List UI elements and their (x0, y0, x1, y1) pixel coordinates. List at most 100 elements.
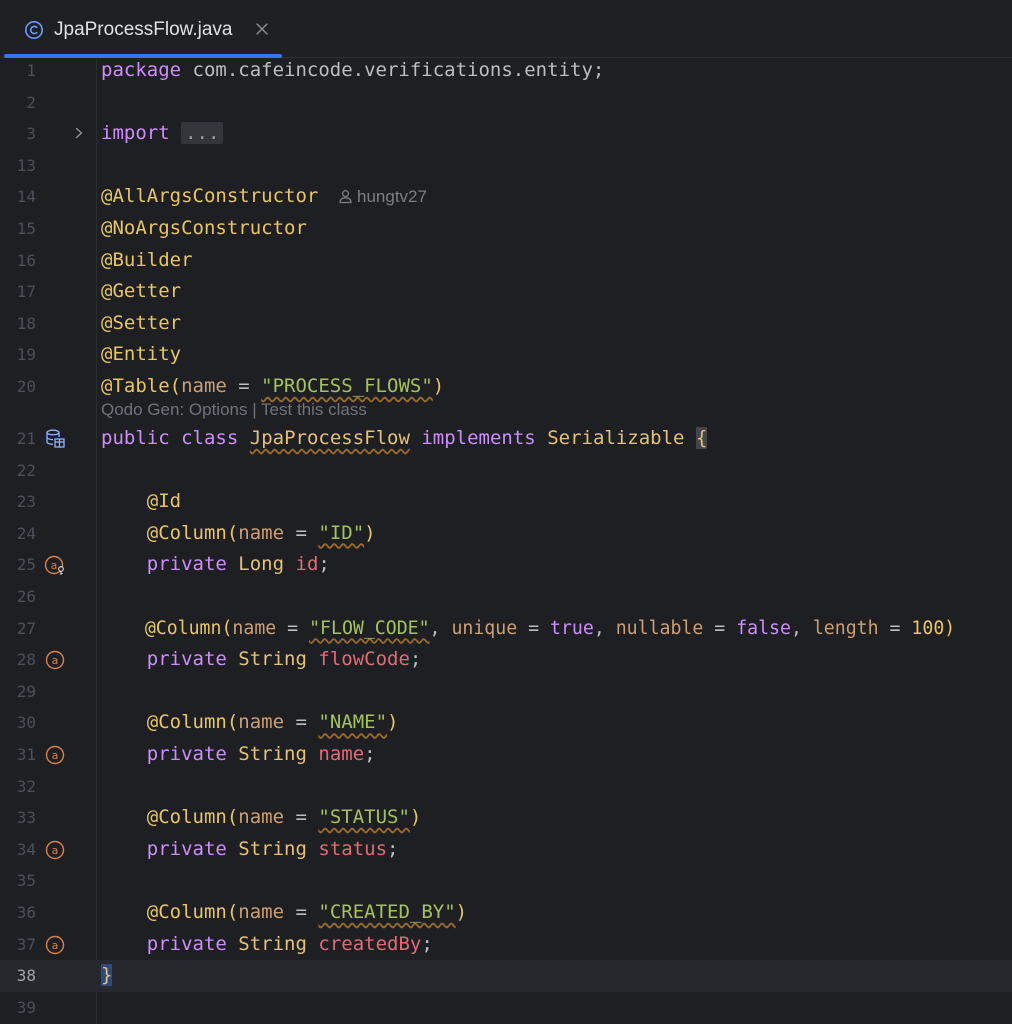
code-line[interactable]: 14 @AllArgsConstructor hungtv27 (0, 181, 1012, 213)
code-text: private String name; (146, 743, 376, 765)
code-line[interactable]: 19 @Entity (0, 339, 1012, 371)
code-text: @Column(name = "STATUS") (146, 806, 422, 829)
code-line[interactable]: 34 a private String status; (0, 834, 1012, 866)
code-text: @Builder (101, 248, 193, 271)
code-line[interactable]: 29 (0, 676, 1012, 708)
code-line[interactable]: 2 (0, 87, 1012, 119)
line-number: 22 (16, 460, 36, 480)
class-icon (25, 21, 43, 39)
code-editor[interactable]: 1 package com.cafeincode.verifications.e… (0, 59, 1012, 1024)
qodo-options-link[interactable]: Qodo Gen: Options (101, 400, 247, 419)
code-text: private String flowCode; (146, 648, 422, 671)
chevron-right-icon[interactable] (72, 126, 86, 140)
field-icon[interactable]: a (44, 839, 66, 861)
code-line[interactable]: 33 @Column(name = "STATUS") (0, 802, 1012, 834)
code-line[interactable]: 18 @Setter (0, 308, 1012, 340)
code-line[interactable]: 37 a private String createdBy; (0, 929, 1012, 961)
line-number: 34 (16, 839, 36, 859)
line-number: 17 (16, 282, 36, 302)
code-line[interactable]: 22 (0, 455, 1012, 487)
line-number: 36 (16, 903, 36, 922)
test-class-link[interactable]: Test this class (261, 400, 367, 419)
code-line[interactable]: 13 (0, 150, 1012, 182)
code-line[interactable]: 31 a private String name; (0, 739, 1012, 771)
code-text: @Setter (101, 311, 182, 334)
field-icon[interactable]: a (44, 934, 66, 956)
line-number: 28 (16, 650, 36, 670)
line-number: 1 (26, 61, 36, 80)
close-icon[interactable] (253, 20, 271, 38)
code-text: @AllArgsConstructor (101, 185, 319, 208)
line-number: 24 (16, 523, 36, 543)
tab-jpaprocessflow[interactable]: JpaProcessFlow.java (4, 0, 282, 58)
code-line[interactable]: 24 @Column(name = "ID") (0, 518, 1012, 550)
code-line[interactable]: 26 (0, 581, 1012, 613)
line-number: 30 (16, 713, 36, 733)
code-text: } (101, 964, 113, 987)
code-line[interactable]: 3 import ... (0, 118, 1012, 150)
code-line[interactable]: 39 (0, 992, 1012, 1024)
line-number: 19 (16, 345, 36, 365)
code-text: @Column(name = "CREATED_BY") (146, 901, 468, 923)
line-number: 23 (16, 492, 36, 512)
folded-imports[interactable]: ... (181, 122, 224, 145)
line-number: 15 (16, 219, 36, 238)
line-number: 25 (16, 555, 36, 575)
code-line[interactable]: 35 (0, 865, 1012, 897)
svg-text:a: a (52, 654, 59, 667)
code-line-current[interactable]: 38 } (0, 960, 1012, 992)
editor-tab-bar: JpaProcessFlow.java (0, 0, 1012, 58)
author-inlay-hint[interactable]: hungtv27 (357, 181, 427, 213)
svg-text:a: a (52, 844, 59, 857)
code-line[interactable]: 16 @Builder (0, 245, 1012, 277)
code-text: package com.cafeincode.verifications.ent… (101, 59, 605, 81)
code-line[interactable]: 30 @Column(name = "NAME") (0, 707, 1012, 739)
code-line[interactable]: 15 @NoArgsConstructor (0, 213, 1012, 245)
user-icon (339, 190, 352, 204)
code-text: @Table(name = "PROCESS_FLOWS") (101, 375, 445, 397)
line-number: 29 (16, 681, 36, 701)
svg-text:a: a (52, 939, 59, 952)
code-text: public class JpaProcessFlow implements S… (101, 427, 708, 449)
svg-text:a: a (51, 559, 58, 572)
line-number: 14 (16, 187, 36, 207)
code-line[interactable]: 32 (0, 771, 1012, 803)
code-line[interactable]: 23 @Id (0, 486, 1012, 518)
line-number: 20 (16, 377, 36, 396)
code-line[interactable]: 21 public class JpaProcessFlow implement… (0, 423, 1012, 455)
line-number: 21 (16, 429, 36, 448)
line-number: 33 (16, 808, 36, 828)
line-number: 26 (16, 587, 36, 606)
line-number: 38 (16, 966, 36, 986)
code-line[interactable]: 20 @Table(name = "PROCESS_FLOWS") (0, 371, 1012, 403)
code-text: import ... (101, 118, 224, 150)
active-tab-indicator (4, 54, 282, 58)
line-number: 35 (16, 871, 36, 891)
id-field-icon[interactable]: a (44, 554, 66, 576)
code-line[interactable]: 17 @Getter (0, 276, 1012, 308)
line-number: 39 (16, 997, 36, 1017)
database-table-icon[interactable] (44, 428, 66, 450)
field-icon[interactable]: a (44, 744, 66, 766)
code-text: @Id (146, 490, 182, 513)
qodo-codelens: Qodo Gen: Options | Test this class (101, 399, 367, 421)
code-text: private String createdBy; (146, 932, 433, 955)
code-text: @NoArgsConstructor (101, 217, 307, 239)
code-line[interactable]: 28 a private String flowCode; (0, 644, 1012, 676)
line-number: 31 (16, 745, 36, 764)
code-line[interactable]: 36 @Column(name = "CREATED_BY") (0, 897, 1012, 929)
line-number: 3 (26, 124, 36, 144)
line-number: 27 (16, 618, 36, 638)
field-icon[interactable]: a (44, 649, 66, 671)
code-line[interactable]: 27 @Column(name = "FLOW_CODE", unique = … (0, 613, 1012, 645)
code-text: @Column(name = "ID") (146, 521, 376, 544)
code-line[interactable]: 1 package com.cafeincode.verifications.e… (0, 59, 1012, 87)
code-text: @Getter (101, 280, 182, 303)
code-text: private Long id; (146, 553, 330, 576)
line-number: 13 (16, 155, 36, 175)
code-text: @Entity (101, 343, 182, 366)
codelens-separator: | (247, 400, 262, 419)
code-text: private String status; (146, 837, 399, 860)
tab-title: JpaProcessFlow.java (54, 19, 233, 40)
code-line[interactable]: 25 a private Long id; (0, 549, 1012, 581)
